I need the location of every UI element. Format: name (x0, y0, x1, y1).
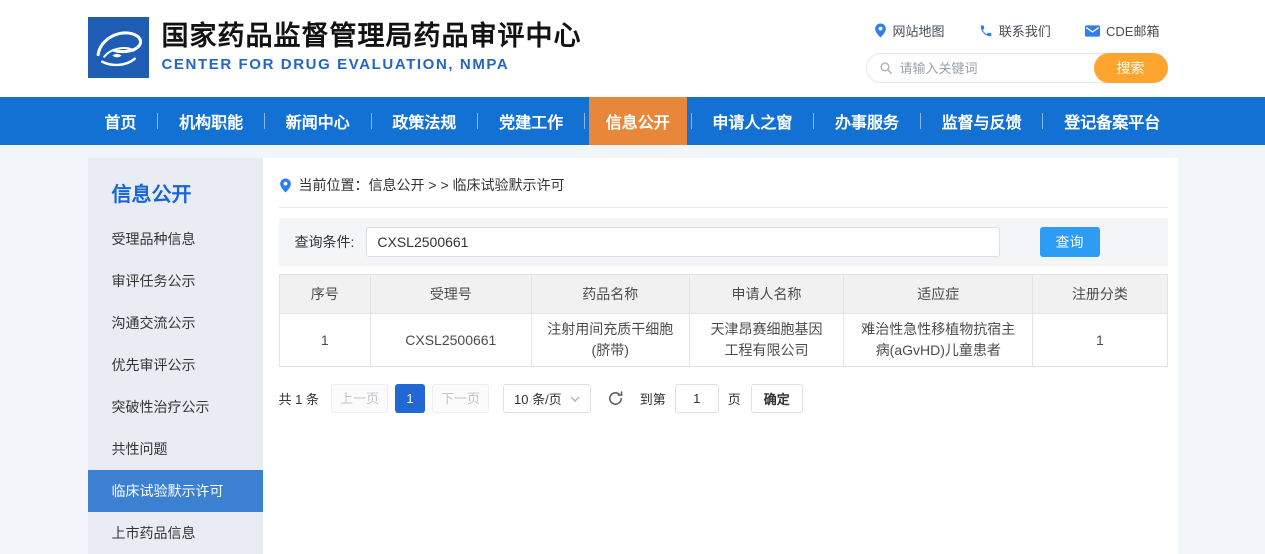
refresh-icon (607, 390, 624, 407)
site-header: 国家药品监督管理局药品审评中心 CENTER FOR DRUG EVALUATI… (0, 0, 1265, 97)
nav-item-news[interactable]: 新闻中心 (269, 97, 367, 145)
cell-indication: 难治性急性移植物抗宿主病(aGvHD)儿童患者 (844, 314, 1033, 367)
query-input[interactable] (366, 227, 999, 257)
cell-registration-class: 1 (1033, 314, 1167, 367)
col-header-acceptance-no: 受理号 (370, 275, 531, 314)
sidebar-title: 信息公开 (88, 178, 263, 218)
contact-us-label: 联系我们 (999, 21, 1051, 40)
cell-acceptance-no: CXSL2500661 (370, 314, 531, 367)
sitemap-label: 网站地图 (893, 21, 945, 40)
page-number-1[interactable]: 1 (395, 384, 425, 413)
nav-item-info-disclosure[interactable]: 信息公开 (589, 97, 687, 145)
cell-index: 1 (279, 314, 370, 367)
nav-divider (813, 113, 814, 129)
sidebar-item-review-tasks[interactable]: 审评任务公示 (88, 260, 263, 302)
sidebar-item-breakthrough-therapy[interactable]: 突破性治疗公示 (88, 386, 263, 428)
sidebar-item-common-questions[interactable]: 共性问题 (88, 428, 263, 470)
col-header-drug-name: 药品名称 (531, 275, 689, 314)
search-icon (879, 61, 893, 75)
nav-item-policy[interactable]: 政策法规 (375, 97, 473, 145)
site-title: 国家药品监督管理局药品审评中心 (162, 22, 582, 52)
chevron-down-icon (570, 396, 580, 402)
query-label: 查询条件: (295, 232, 355, 252)
main-panel: 当前位置：信息公开 > > 临床试验默示许可 查询条件: 查询 序号 受理号 药… (263, 158, 1178, 554)
cell-applicant: 天津昂赛细胞基因工程有限公司 (689, 314, 844, 367)
nav-divider (371, 113, 372, 129)
pagination: 共 1 条 上一页 1 下一页 10 条/页 到第 页 确定 (279, 384, 1168, 413)
nav-item-registration-platform[interactable]: 登记备案平台 (1047, 97, 1177, 145)
sitemap-link[interactable]: 网站地图 (874, 21, 945, 40)
sidebar-item-marketed-drugs[interactable]: 上市药品信息 (88, 512, 263, 554)
col-header-index: 序号 (279, 275, 370, 314)
location-pin-icon (279, 178, 292, 193)
query-button[interactable]: 查询 (1040, 227, 1100, 257)
cell-drug-name: 注射用间充质干细胞(脐带) (531, 314, 689, 367)
total-count-label: 共 1 条 (279, 389, 319, 408)
nav-divider (1042, 113, 1043, 129)
site-subtitle: CENTER FOR DRUG EVALUATION, NMPA (162, 56, 582, 73)
cde-mail-link[interactable]: CDE邮箱 (1085, 21, 1159, 40)
confirm-button[interactable]: 确定 (751, 384, 803, 413)
nav-divider (920, 113, 921, 129)
sidebar-item-priority-review[interactable]: 优先审评公示 (88, 344, 263, 386)
next-page-button[interactable]: 下一页 (432, 384, 489, 413)
sidebar-item-communication[interactable]: 沟通交流公示 (88, 302, 263, 344)
nav-item-applicant-window[interactable]: 申请人之窗 (695, 97, 809, 145)
cde-mail-label: CDE邮箱 (1106, 21, 1159, 40)
col-header-registration-class: 注册分类 (1033, 275, 1167, 314)
col-header-applicant: 申请人名称 (689, 275, 844, 314)
nav-divider (691, 113, 692, 129)
results-table: 序号 受理号 药品名称 申请人名称 适应症 注册分类 1 CXSL2500661… (279, 274, 1168, 367)
mail-icon (1085, 25, 1100, 37)
breadcrumb: 当前位置：信息公开 > > 临床试验默示许可 (279, 168, 1168, 208)
page-size-select[interactable]: 10 条/页 (503, 384, 591, 413)
contact-us-link[interactable]: 联系我们 (979, 21, 1051, 40)
breadcrumb-text: 当前位置：信息公开 > > 临床试验默示许可 (299, 175, 565, 195)
site-search-button[interactable]: 搜索 (1094, 53, 1168, 83)
sidebar-item-accepted-products[interactable]: 受理品种信息 (88, 218, 263, 260)
phone-icon (979, 24, 993, 38)
sidebar-item-clinical-trial-implied-license[interactable]: 临床试验默示许可 (88, 470, 263, 512)
goto-page-suffix: 页 (728, 389, 741, 408)
page-size-value: 10 条/页 (514, 389, 562, 408)
nav-divider (264, 113, 265, 129)
table-row: 1 CXSL2500661 注射用间充质干细胞(脐带) 天津昂赛细胞基因工程有限… (279, 314, 1167, 367)
refresh-button[interactable] (607, 390, 624, 407)
sidebar: 信息公开 受理品种信息 审评任务公示 沟通交流公示 优先审评公示 突破性治疗公示… (88, 158, 263, 554)
site-search-bar: 搜索 (866, 53, 1168, 83)
goto-page-input[interactable] (675, 384, 719, 413)
location-pin-icon (874, 23, 887, 38)
nav-item-supervision[interactable]: 监督与反馈 (925, 97, 1039, 145)
prev-page-button[interactable]: 上一页 (331, 384, 388, 413)
goto-page-label: 到第 (640, 389, 666, 408)
quick-links: 网站地图 联系我们 CDE邮箱 (866, 21, 1168, 40)
nav-item-org[interactable]: 机构职能 (162, 97, 260, 145)
table-header-row: 序号 受理号 药品名称 申请人名称 适应症 注册分类 (279, 275, 1167, 314)
site-logo[interactable]: 国家药品监督管理局药品审评中心 CENTER FOR DRUG EVALUATI… (88, 17, 582, 78)
nav-divider (477, 113, 478, 129)
nav-divider (584, 113, 585, 129)
nav-item-services[interactable]: 办事服务 (818, 97, 916, 145)
main-nav: 首页 机构职能 新闻中心 政策法规 党建工作 信息公开 申请人之窗 办事服务 监… (0, 97, 1265, 145)
col-header-indication: 适应症 (844, 275, 1033, 314)
cde-logo-icon (88, 17, 149, 78)
query-panel: 查询条件: 查询 (279, 218, 1168, 266)
nav-item-home[interactable]: 首页 (88, 97, 154, 145)
nav-divider (157, 113, 158, 129)
nav-item-party[interactable]: 党建工作 (482, 97, 580, 145)
